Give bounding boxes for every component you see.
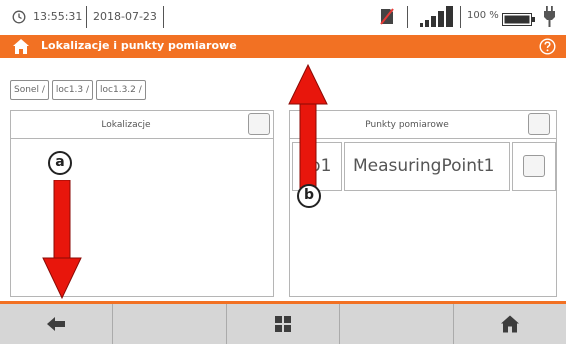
measuring-points-panel: Punkty pomiarowe pp1 MeasuringPoint1 bbox=[289, 110, 557, 297]
status-divider bbox=[86, 6, 87, 28]
annotation-callout-b: b bbox=[297, 184, 321, 208]
breadcrumb-item[interactable]: Sonel / bbox=[10, 80, 49, 100]
measuring-point-row[interactable]: pp1 MeasuringPoint1 bbox=[292, 142, 556, 191]
breadcrumb-item[interactable]: loc1.3 / bbox=[51, 80, 94, 100]
menu-button[interactable] bbox=[227, 304, 341, 344]
point-name-cell: MeasuringPoint1 bbox=[344, 142, 510, 191]
home-button[interactable] bbox=[454, 304, 566, 344]
home-icon[interactable] bbox=[12, 38, 30, 59]
empty-nav-button[interactable] bbox=[113, 304, 227, 344]
page-title: Lokalizacje i punkty pomiarowe bbox=[41, 39, 237, 52]
annotation-callout-a: a bbox=[48, 151, 72, 175]
no-sd-card-icon bbox=[380, 8, 394, 29]
clock-icon bbox=[12, 9, 26, 28]
battery-percent: 100 % bbox=[467, 10, 499, 21]
select-all-locations-checkbox[interactable] bbox=[248, 113, 270, 135]
breadcrumb: Sonel / loc1.3 / loc1.3.2 / bbox=[10, 80, 146, 100]
title-bar: Lokalizacje i punkty pomiarowe bbox=[0, 35, 566, 58]
annotation-arrow-down bbox=[42, 180, 82, 300]
point-name: MeasuringPoint1 bbox=[353, 156, 495, 176]
status-bar: 13:55:31 2018-07-23 100 % bbox=[0, 0, 566, 34]
battery-icon bbox=[502, 11, 536, 30]
status-date: 2018-07-23 bbox=[93, 10, 157, 23]
signal-strength-icon bbox=[420, 6, 454, 32]
status-time: 13:55:31 bbox=[33, 10, 83, 23]
select-all-points-checkbox[interactable] bbox=[528, 113, 550, 135]
status-divider bbox=[163, 6, 164, 28]
point-checkbox[interactable] bbox=[523, 155, 545, 177]
usb-plug-icon bbox=[544, 6, 555, 31]
point-checkbox-cell bbox=[512, 142, 556, 191]
breadcrumb-item[interactable]: loc1.3.2 / bbox=[96, 80, 146, 100]
locations-panel-header: Lokalizacje bbox=[11, 111, 273, 139]
measuring-points-panel-header: Punkty pomiarowe bbox=[290, 111, 556, 139]
back-button[interactable] bbox=[0, 304, 114, 344]
empty-nav-button[interactable] bbox=[340, 304, 454, 344]
status-divider bbox=[407, 6, 408, 28]
status-divider bbox=[460, 6, 461, 28]
annotation-arrow-up bbox=[288, 64, 328, 192]
bottom-nav-bar bbox=[0, 304, 566, 344]
locations-panel-title: Lokalizacje bbox=[101, 120, 151, 130]
help-icon[interactable] bbox=[539, 38, 556, 59]
